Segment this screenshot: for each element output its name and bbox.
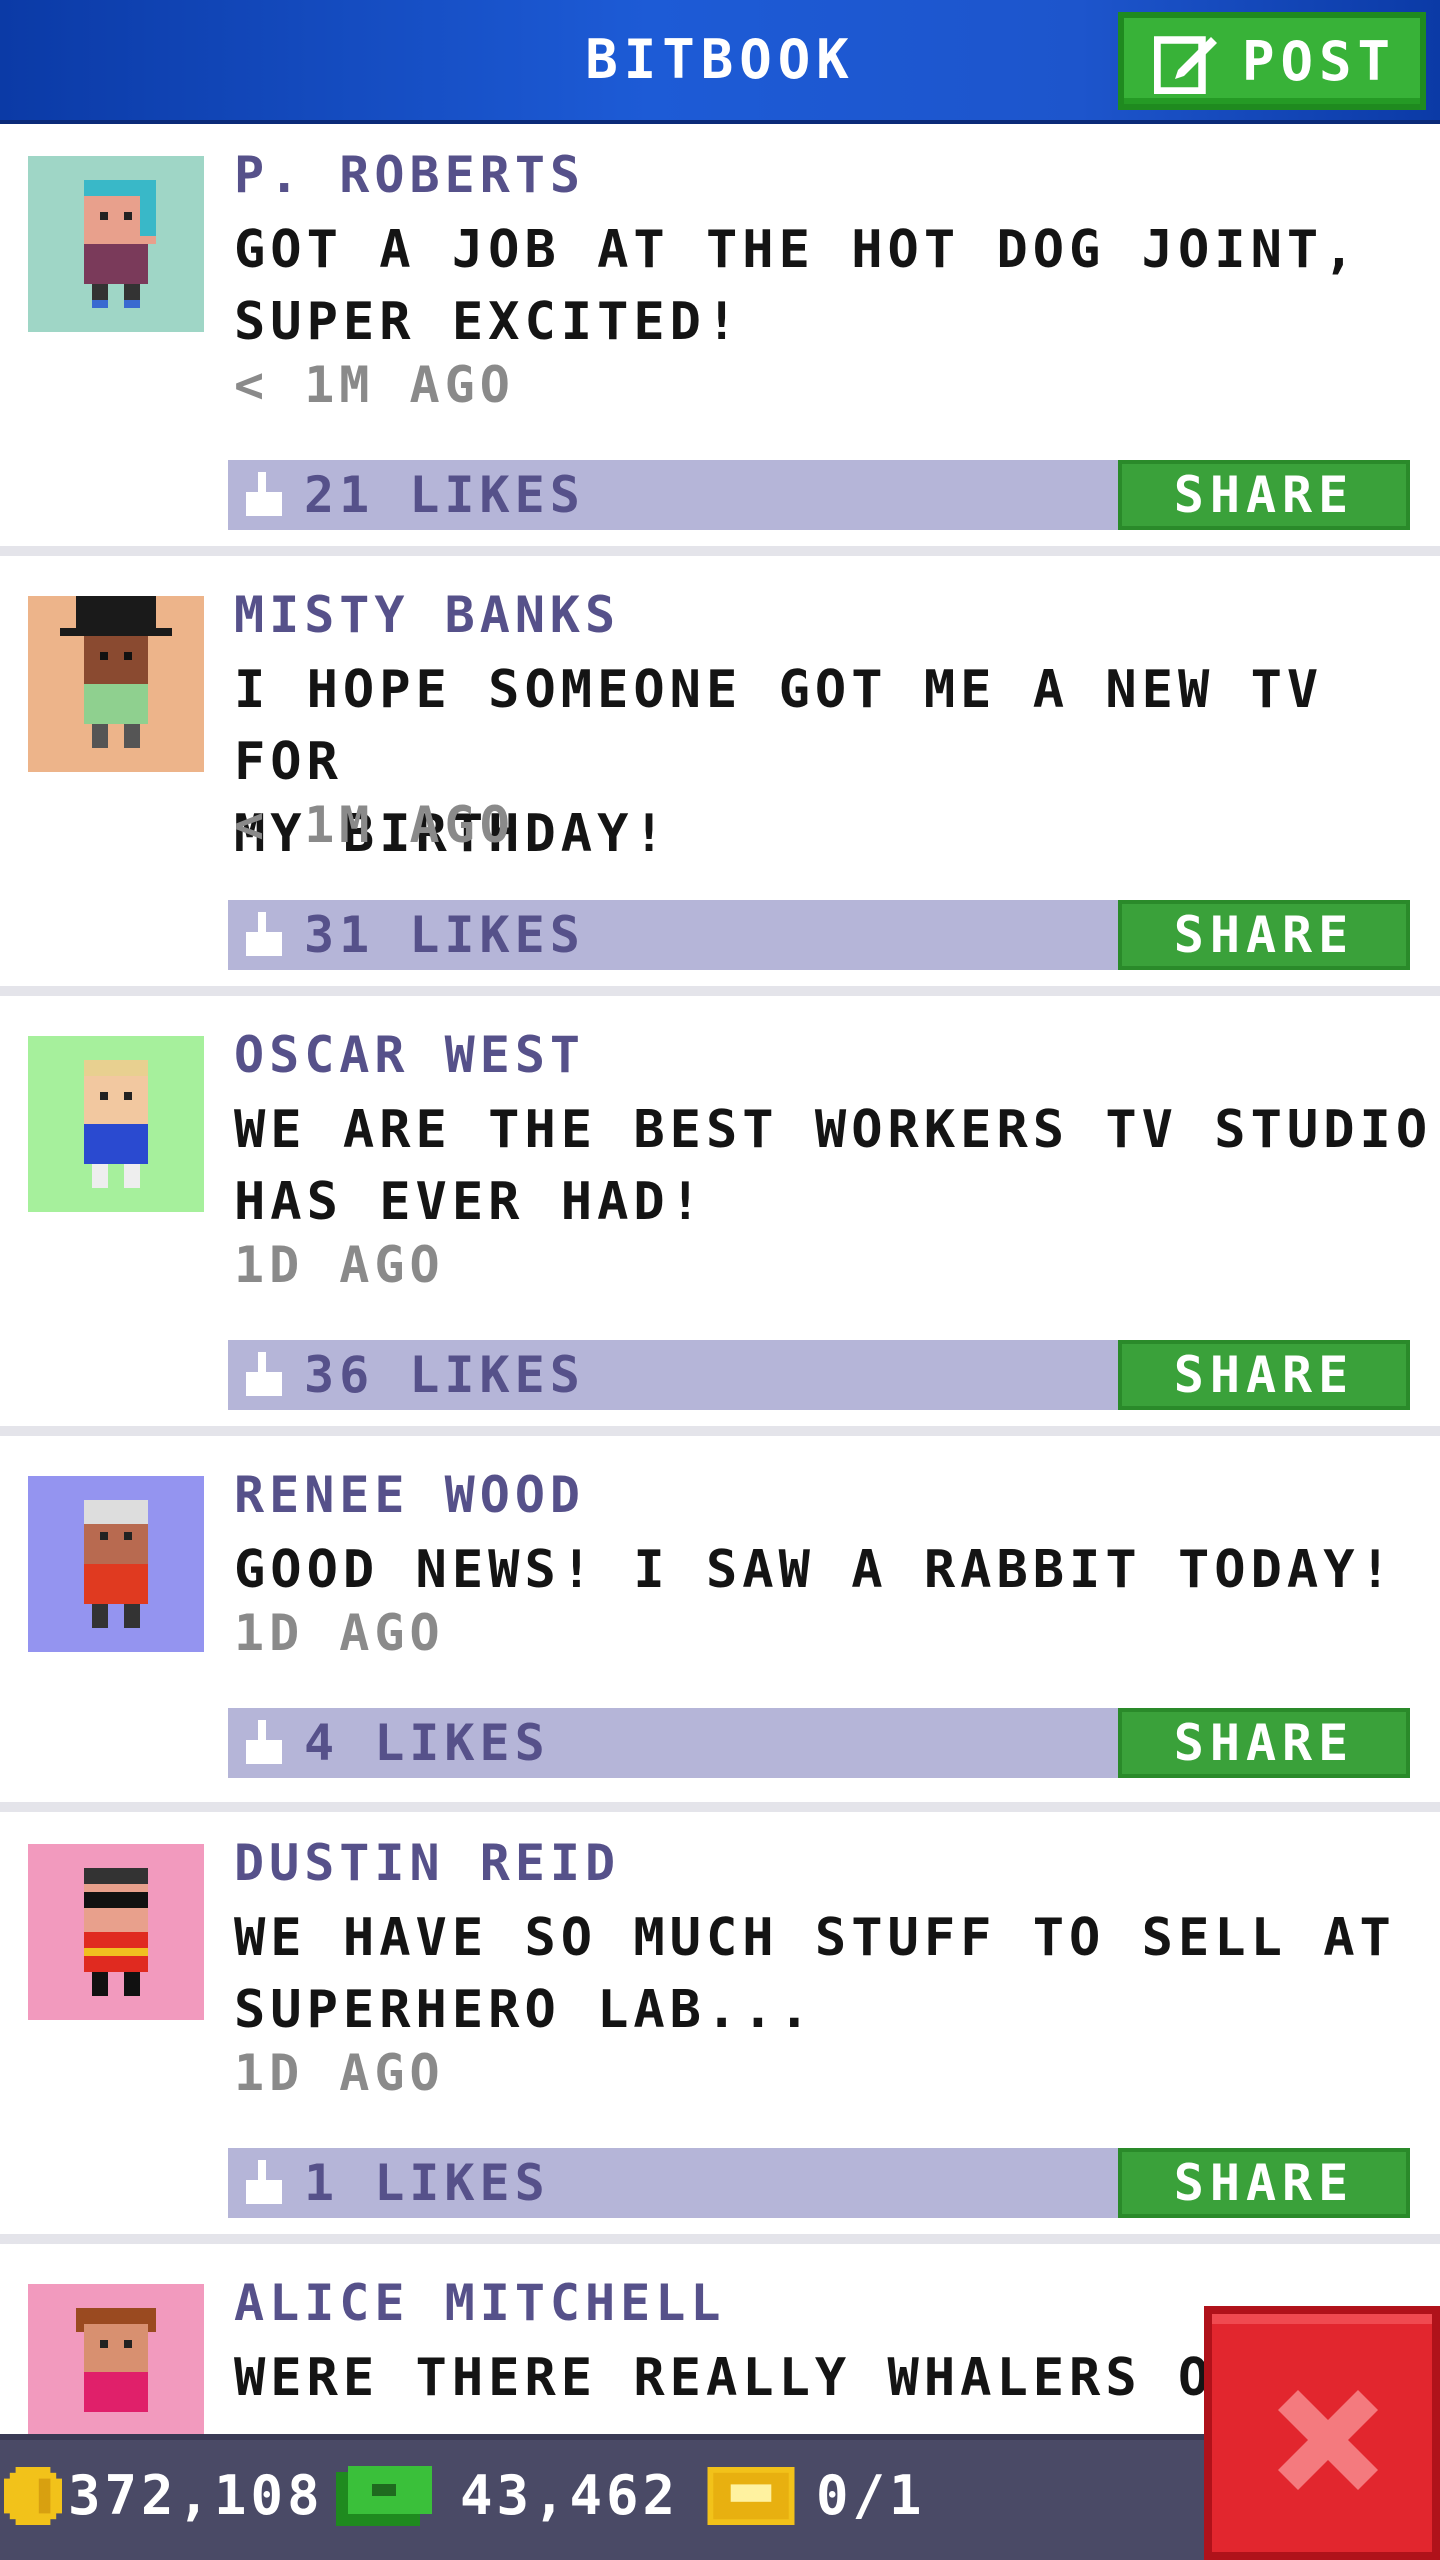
post-author[interactable]: ALICE MITCHELL (234, 2274, 725, 2332)
post-message: GOOD NEWS! I SAW A RABBIT TODAY! (234, 1540, 1396, 1600)
coin-icon (4, 2466, 62, 2525)
like-count: 36 LIKES (304, 1346, 585, 1404)
share-button[interactable]: SHARE (1118, 900, 1410, 970)
character-avatar-icon (28, 2284, 204, 2434)
like-count: 4 LIKES (304, 1714, 550, 1772)
share-button[interactable]: SHARE (1118, 1708, 1410, 1778)
character-avatar-icon (28, 156, 204, 332)
post-author[interactable]: P. ROBERTS (234, 146, 585, 204)
post-message: WE ARE THE BEST WORKERS TV STUDIO HAS EV… (234, 1100, 1433, 1232)
tickets-stat: 0/1 (706, 2464, 926, 2527)
avatar[interactable] (28, 1476, 204, 1652)
thumbs-up-icon[interactable] (242, 1352, 286, 1400)
share-button[interactable]: SHARE (1118, 460, 1410, 530)
thumbs-up-icon[interactable] (242, 912, 286, 960)
post-button-label: POST (1242, 29, 1397, 93)
likes-bar: 21 LIKES SHARE (228, 460, 1410, 530)
character-avatar-icon (28, 1036, 204, 1212)
thumbs-up-icon[interactable] (242, 1720, 286, 1768)
close-icon (1278, 2390, 1378, 2490)
cash-stat: 43,462 (336, 2464, 679, 2527)
top-bar: BITBOOK POST (0, 0, 1440, 124)
post-time: 1D AGO (234, 1604, 445, 1662)
post-author[interactable]: MISTY BANKS (234, 586, 620, 644)
post-message: GOT A JOB AT THE HOT DOG JOINT, SUPER EX… (234, 220, 1360, 352)
cash-icon (336, 2465, 432, 2526)
post-time: 1D AGO (234, 2044, 445, 2102)
likes-bar: 36 LIKES SHARE (228, 1340, 1410, 1410)
post-message: WE HAVE SO MUCH STUFF TO SELL AT SUPERHE… (234, 1908, 1396, 2040)
share-button[interactable]: SHARE (1118, 2148, 1410, 2218)
post-time: < 1M AGO (234, 356, 515, 414)
character-avatar-icon (28, 1476, 204, 1652)
avatar[interactable] (28, 596, 204, 772)
cash-value: 43,462 (460, 2464, 680, 2527)
likes-bar: 31 LIKES SHARE (228, 900, 1410, 970)
edit-icon (1154, 36, 1217, 94)
post-author[interactable]: OSCAR WEST (234, 1026, 585, 1084)
tickets-value: 0/1 (816, 2464, 926, 2527)
feed-post: MISTY BANKS I HOPE SOMEONE GOT ME A NEW … (0, 564, 1440, 996)
likes-bar: 1 LIKES SHARE (228, 2148, 1410, 2218)
feed-post: OSCAR WEST WE ARE THE BEST WORKERS TV ST… (0, 1004, 1440, 1436)
avatar[interactable] (28, 1844, 204, 2020)
news-feed[interactable]: P. ROBERTS GOT A JOB AT THE HOT DOG JOIN… (0, 124, 1440, 2434)
likes-bar: 4 LIKES SHARE (228, 1708, 1410, 1778)
close-button[interactable] (1204, 2306, 1440, 2560)
character-avatar-icon (28, 1844, 204, 2020)
ticket-icon (707, 2466, 795, 2525)
post-time: 1D AGO (234, 1236, 445, 1294)
character-avatar-icon (28, 596, 204, 772)
like-count: 31 LIKES (304, 906, 585, 964)
post-time: < 1M AGO (234, 796, 515, 854)
thumbs-up-icon[interactable] (242, 2160, 286, 2208)
post-author[interactable]: DUSTIN REID (234, 1834, 620, 1892)
avatar[interactable] (28, 156, 204, 332)
avatar[interactable] (28, 1036, 204, 1212)
thumbs-up-icon[interactable] (242, 472, 286, 520)
post-author[interactable]: RENEE WOOD (234, 1466, 585, 1524)
coins-value: 372,108 (68, 2464, 324, 2527)
feed-post: RENEE WOOD GOOD NEWS! I SAW A RABBIT TOD… (0, 1444, 1440, 1812)
share-button[interactable]: SHARE (1118, 1340, 1410, 1410)
like-count: 21 LIKES (304, 466, 585, 524)
feed-post: P. ROBERTS GOT A JOB AT THE HOT DOG JOIN… (0, 124, 1440, 556)
coins-stat: 372,108 (4, 2464, 324, 2527)
feed-post: DUSTIN REID WE HAVE SO MUCH STUFF TO SEL… (0, 1812, 1440, 2244)
avatar[interactable] (28, 2284, 204, 2434)
post-button[interactable]: POST (1118, 12, 1426, 110)
like-count: 1 LIKES (304, 2154, 550, 2212)
